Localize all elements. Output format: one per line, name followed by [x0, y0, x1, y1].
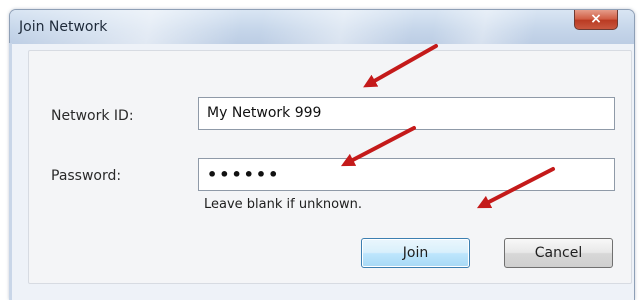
- annotation-arrows: [340, 44, 555, 209]
- arrow-network-id: [363, 44, 438, 88]
- arrow-join: [476, 167, 555, 209]
- arrow-password: [340, 126, 416, 167]
